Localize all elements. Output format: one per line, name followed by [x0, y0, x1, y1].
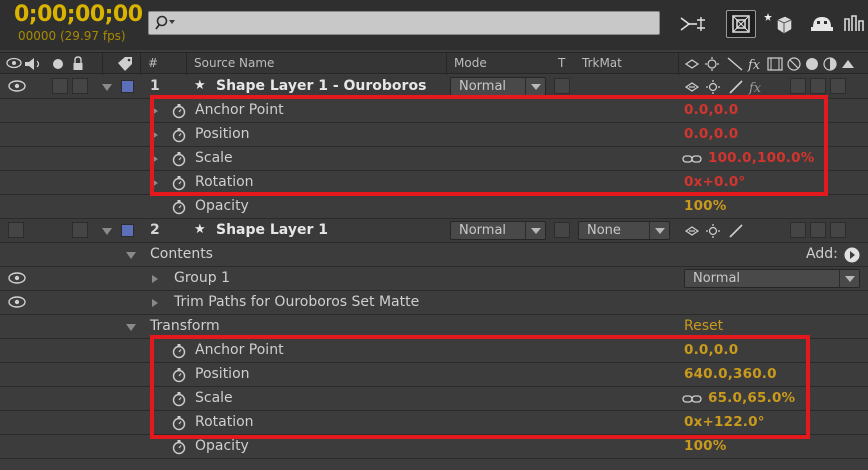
solo-icon[interactable] [52, 58, 64, 70]
timeline-toolbar: 0;00;00;00 00000 (29.97 fps) [0, 0, 868, 50]
chevron-down-icon [839, 270, 859, 287]
audio-icon[interactable] [24, 57, 44, 71]
group-label: Group 1 [174, 270, 230, 286]
property-label: Opacity [195, 438, 249, 454]
group-row: Group 1 Normal [0, 267, 868, 291]
collapse-icon[interactable] [705, 223, 721, 239]
preserve-transparency-toggle[interactable] [554, 222, 570, 238]
reset-link[interactable]: Reset [684, 318, 723, 334]
shy-icon[interactable] [684, 223, 700, 239]
eye-icon[interactable] [8, 80, 26, 92]
star-icon: ★ [194, 222, 206, 237]
graph-toggle-button[interactable] [842, 10, 868, 38]
graph-editor-button[interactable] [676, 10, 712, 38]
stopwatch-icon[interactable] [171, 199, 187, 215]
motion-blur-toggle[interactable] [790, 222, 806, 238]
brainstorm-icon [811, 17, 833, 31]
adjustment-toggle[interactable] [810, 78, 826, 94]
graph-editor-icon [680, 17, 705, 31]
property-value[interactable]: 100% [684, 438, 727, 454]
property-row: Opacity 100% [0, 195, 868, 219]
eye-icon[interactable] [6, 57, 22, 69]
property-value[interactable]: 100% [684, 198, 727, 214]
3d-draft-icon [764, 13, 792, 34]
column-header: # Source Name Mode T TrkMat fx [0, 52, 868, 75]
layer-name[interactable]: Shape Layer 1 [216, 222, 328, 238]
frame-rate-info: 00000 (29.97 fps) [18, 29, 126, 43]
chevron-down-icon [525, 78, 545, 95]
transform-label: Transform [150, 318, 220, 334]
effects-icon[interactable]: fx [748, 79, 764, 95]
eye-icon[interactable] [8, 296, 26, 308]
contents-label: Contents [150, 246, 213, 262]
chevron-down-icon[interactable] [102, 228, 112, 235]
column-t: T [558, 56, 566, 70]
preserve-transparency-toggle[interactable] [554, 78, 570, 94]
label-color-swatch[interactable] [121, 80, 134, 93]
audio-toggle[interactable] [52, 78, 68, 94]
chevron-down-icon[interactable] [126, 252, 136, 259]
adjustment-toggle[interactable] [810, 222, 826, 238]
layer-name[interactable]: Shape Layer 1 - Ouroboros [216, 78, 426, 94]
svg-text:fx: fx [747, 58, 761, 72]
solo-toggle[interactable] [72, 222, 88, 238]
motion-blur-toggle[interactable] [790, 78, 806, 94]
highlight-box-layer-1 [150, 95, 828, 196]
column-source-name[interactable]: Source Name [194, 56, 274, 70]
composition-mini-flowchart-button[interactable] [726, 10, 756, 38]
collapse-icon[interactable] [705, 79, 721, 95]
chevron-down-icon[interactable] [126, 324, 136, 331]
composition-icon [732, 15, 750, 33]
add-icon[interactable] [844, 247, 860, 263]
switches-icons: fx [684, 57, 854, 72]
column-trkmat: TrkMat [582, 56, 622, 70]
svg-text:fx: fx [748, 81, 762, 95]
layer-number: 1 [150, 78, 160, 94]
column-mode: Mode [454, 56, 487, 70]
highlight-box-layer-2 [150, 335, 810, 439]
trkmat-value: None [587, 223, 621, 238]
timecode-display[interactable]: 0;00;00;00 [14, 2, 143, 27]
mode-dropdown[interactable]: Normal [450, 77, 546, 96]
group-mode-value: Normal [693, 271, 741, 286]
layer-number: 2 [150, 222, 160, 238]
shy-icon[interactable] [684, 79, 700, 95]
video-toggle[interactable] [8, 222, 24, 238]
chevron-down-icon [649, 222, 669, 239]
quality-icon[interactable] [728, 223, 744, 239]
chevron-down-icon [525, 222, 545, 239]
layer-row-2[interactable]: 2 ★ Shape Layer 1 Normal None [0, 219, 868, 243]
label-icon[interactable] [116, 56, 134, 72]
motion-blur-icon [844, 15, 864, 31]
contents-row: Contents Add: [0, 243, 868, 267]
3d-draft-button[interactable] [762, 10, 794, 38]
quality-icon[interactable] [728, 79, 744, 95]
search-input[interactable] [148, 11, 660, 35]
group-blend-mode-dropdown[interactable]: Normal [684, 269, 860, 288]
mode-dropdown[interactable]: Normal [450, 221, 546, 240]
trim-paths-row: Trim Paths for Ouroboros Set Matte [0, 291, 868, 315]
stopwatch-icon[interactable] [171, 439, 187, 455]
property-label: Opacity [195, 198, 249, 214]
star-icon: ★ [194, 78, 206, 93]
chevron-right-icon[interactable] [152, 275, 158, 283]
3d-toggle[interactable] [830, 78, 846, 94]
mode-value: Normal [459, 79, 507, 94]
column-number: # [148, 56, 159, 70]
lock-icon[interactable] [72, 56, 84, 71]
search-icon [155, 15, 175, 30]
mode-value: Normal [459, 223, 507, 238]
label-color-swatch[interactable] [121, 224, 134, 237]
trkmat-dropdown[interactable]: None [578, 221, 670, 240]
eye-icon[interactable] [8, 272, 26, 284]
brainstorm-button[interactable] [808, 10, 836, 38]
add-label: Add: [806, 246, 838, 262]
chevron-down-icon[interactable] [102, 84, 112, 91]
solo-toggle[interactable] [72, 78, 88, 94]
chevron-right-icon[interactable] [152, 299, 158, 307]
3d-toggle[interactable] [830, 222, 846, 238]
trim-paths-label: Trim Paths for Ouroboros Set Matte [174, 294, 420, 310]
